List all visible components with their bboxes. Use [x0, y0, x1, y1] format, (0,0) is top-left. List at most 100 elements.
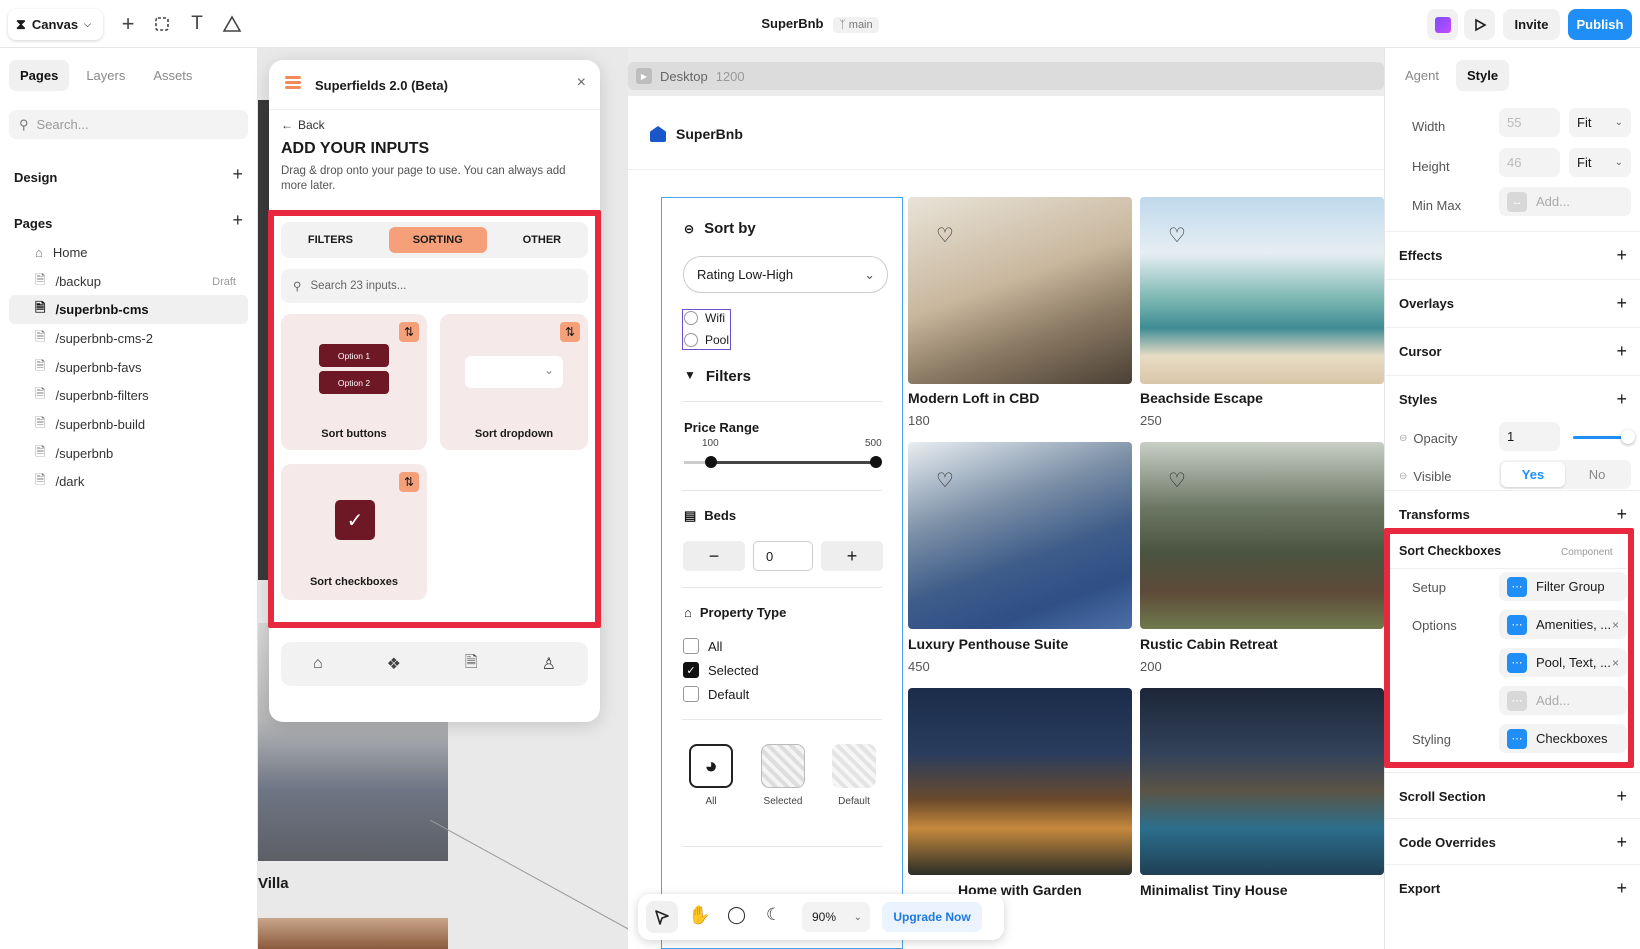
opacity-slider-handle[interactable]: [1621, 430, 1635, 444]
pages-search[interactable]: ⚲ Search...: [9, 110, 248, 139]
heart-icon[interactable]: ♡: [1168, 223, 1186, 248]
inputs-search[interactable]: ⚲ Search 23 inputs...: [281, 269, 588, 303]
height-mode-select[interactable]: Fit ⌄: [1569, 148, 1631, 177]
min-max-field[interactable]: ↔ Add...: [1499, 187, 1631, 216]
vector-tool-icon[interactable]: [220, 12, 244, 36]
scroll-section[interactable]: Scroll Section +: [1385, 772, 1640, 820]
comment-icon[interactable]: ◯: [727, 905, 746, 925]
tab-pages[interactable]: Pages: [9, 60, 70, 91]
beds-decrement-button[interactable]: −: [683, 541, 745, 571]
styling-field[interactable]: ⋯ Checkboxes: [1499, 724, 1627, 753]
sort-dropdown-card[interactable]: ⇅ ⌄ Sort dropdown: [440, 314, 588, 450]
home-icon[interactable]: ⌂: [313, 655, 323, 673]
cursor-section[interactable]: Cursor +: [1385, 327, 1640, 375]
listing-title[interactable]: Luxury Penthouse Suite: [908, 636, 1068, 652]
listing-photo-garden[interactable]: [908, 688, 1132, 875]
page-item-superbnb-cms-2[interactable]: 🗎 /superbnb-cms-2: [9, 324, 248, 353]
listing-photo-penthouse[interactable]: ♡: [908, 442, 1132, 629]
tab-other[interactable]: OTHER: [505, 227, 580, 253]
pool-option[interactable]: Pool: [684, 333, 729, 347]
page-item-backup[interactable]: 🗎 /backup Draft: [9, 267, 248, 296]
styles-section[interactable]: Styles +: [1385, 375, 1640, 423]
upgrade-now-button[interactable]: Upgrade Now: [882, 902, 982, 932]
setup-field[interactable]: ⋯ Filter Group: [1499, 572, 1627, 601]
beds-input[interactable]: 0: [753, 541, 813, 571]
branch-badge[interactable]: ᛉ main: [833, 17, 879, 33]
listing-photo-beach[interactable]: ♡: [1140, 197, 1384, 384]
add-page-button[interactable]: +: [232, 210, 243, 231]
heart-icon[interactable]: ♡: [1168, 468, 1186, 493]
canvas-menu-button[interactable]: ⧗ Canvas ⌵: [8, 9, 103, 40]
page-item-superbnb-cms[interactable]: 🗎 /superbnb-cms: [9, 295, 248, 324]
add-style-icon[interactable]: +: [1616, 389, 1627, 410]
prop-option-default[interactable]: Default: [683, 686, 749, 702]
preview-play-button[interactable]: [1464, 9, 1495, 40]
tab-layers[interactable]: Layers: [75, 60, 136, 91]
moon-icon[interactable]: ☾: [766, 905, 781, 925]
page-item-superbnb[interactable]: 🗎 /superbnb: [9, 439, 248, 468]
width-input[interactable]: 55: [1499, 108, 1560, 137]
add-effect-icon[interactable]: +: [1616, 245, 1627, 266]
remove-icon[interactable]: ×: [1612, 656, 1619, 670]
zoom-select[interactable]: 90% ⌄: [802, 902, 870, 932]
balloon-icon[interactable]: ◕: [689, 744, 733, 788]
beds-increment-button[interactable]: +: [821, 541, 883, 571]
page-item-dark[interactable]: 🗎 /dark: [9, 467, 248, 496]
listing-photo-loft[interactable]: ♡: [908, 197, 1132, 384]
sort-buttons-card[interactable]: ⇅ Option 1 Option 2 Sort buttons: [281, 314, 427, 450]
export-section[interactable]: Export +: [1385, 864, 1640, 912]
tile-selected-icon[interactable]: [761, 744, 805, 788]
text-tool-icon[interactable]: T: [185, 12, 209, 36]
price-max-handle[interactable]: [870, 456, 882, 468]
play-icon[interactable]: ▶: [636, 68, 652, 84]
remove-circle-icon[interactable]: ⊖: [1399, 433, 1407, 444]
add-option-field[interactable]: ⋯ Add...: [1499, 686, 1627, 715]
tab-sorting[interactable]: SORTING: [388, 227, 487, 253]
listing-title[interactable]: Modern Loft in CBD: [908, 390, 1039, 406]
add-export-icon[interactable]: +: [1616, 878, 1627, 899]
add-scroll-icon[interactable]: +: [1616, 786, 1627, 807]
page-item-superbnb-build[interactable]: 🗎 /superbnb-build: [9, 410, 248, 439]
height-input[interactable]: 46: [1499, 148, 1560, 177]
effects-section[interactable]: Effects +: [1385, 231, 1640, 279]
page-item-superbnb-filters[interactable]: 🗎 /superbnb-filters: [9, 381, 248, 410]
overlays-section[interactable]: Overlays +: [1385, 279, 1640, 327]
page-item-superbnb-favs[interactable]: 🗎 /superbnb-favs: [9, 353, 248, 382]
listing-photo-cabin[interactable]: ♡: [1140, 442, 1384, 629]
tab-assets[interactable]: Assets: [142, 60, 203, 91]
page-item-home[interactable]: ⌂ Home: [9, 238, 248, 267]
visible-no-button[interactable]: No: [1565, 462, 1629, 487]
document-icon[interactable]: 🗎: [465, 651, 478, 678]
add-cursor-icon[interactable]: +: [1616, 341, 1627, 362]
frame-header[interactable]: ▶ Desktop 1200: [628, 62, 1384, 90]
select-tool-button[interactable]: [646, 901, 678, 933]
option-field-2[interactable]: ⋯ Pool, Text, ... ×: [1499, 648, 1627, 677]
opacity-slider[interactable]: [1573, 436, 1625, 439]
code-overrides-section[interactable]: Code Overrides +: [1385, 818, 1640, 866]
close-icon[interactable]: ×: [577, 74, 586, 92]
listing-title[interactable]: Minimalist Tiny House: [1140, 882, 1288, 898]
insert-plus-icon[interactable]: +: [116, 11, 140, 36]
ai-plugin-button[interactable]: [1427, 9, 1458, 40]
listing-title[interactable]: Beachside Escape: [1140, 390, 1263, 406]
remove-icon[interactable]: ×: [1612, 618, 1619, 632]
width-mode-select[interactable]: Fit ⌄: [1569, 108, 1631, 137]
prop-option-all[interactable]: All: [683, 638, 722, 654]
publish-button[interactable]: Publish: [1568, 9, 1632, 40]
back-link[interactable]: ← Back: [281, 118, 325, 132]
tile-default-icon[interactable]: [832, 744, 876, 788]
remove-circle-icon[interactable]: ⊖: [1399, 471, 1407, 482]
add-transform-icon[interactable]: +: [1616, 504, 1627, 525]
tab-style[interactable]: Style: [1455, 60, 1510, 91]
wifi-option[interactable]: Wifi: [684, 311, 725, 325]
frame-tool-icon[interactable]: [150, 12, 174, 36]
listing-title[interactable]: Rustic Cabin Retreat: [1140, 636, 1278, 652]
heart-icon[interactable]: ♡: [936, 223, 954, 248]
opacity-input[interactable]: 1: [1499, 422, 1560, 451]
sort-checkboxes-card[interactable]: ⇅ ✓ Sort checkboxes: [281, 464, 427, 600]
price-min-handle[interactable]: [705, 456, 717, 468]
visible-yes-button[interactable]: Yes: [1501, 462, 1565, 487]
components-icon[interactable]: ❖: [387, 654, 401, 674]
tab-filters[interactable]: FILTERS: [290, 227, 371, 253]
heart-icon[interactable]: ♡: [936, 468, 954, 493]
